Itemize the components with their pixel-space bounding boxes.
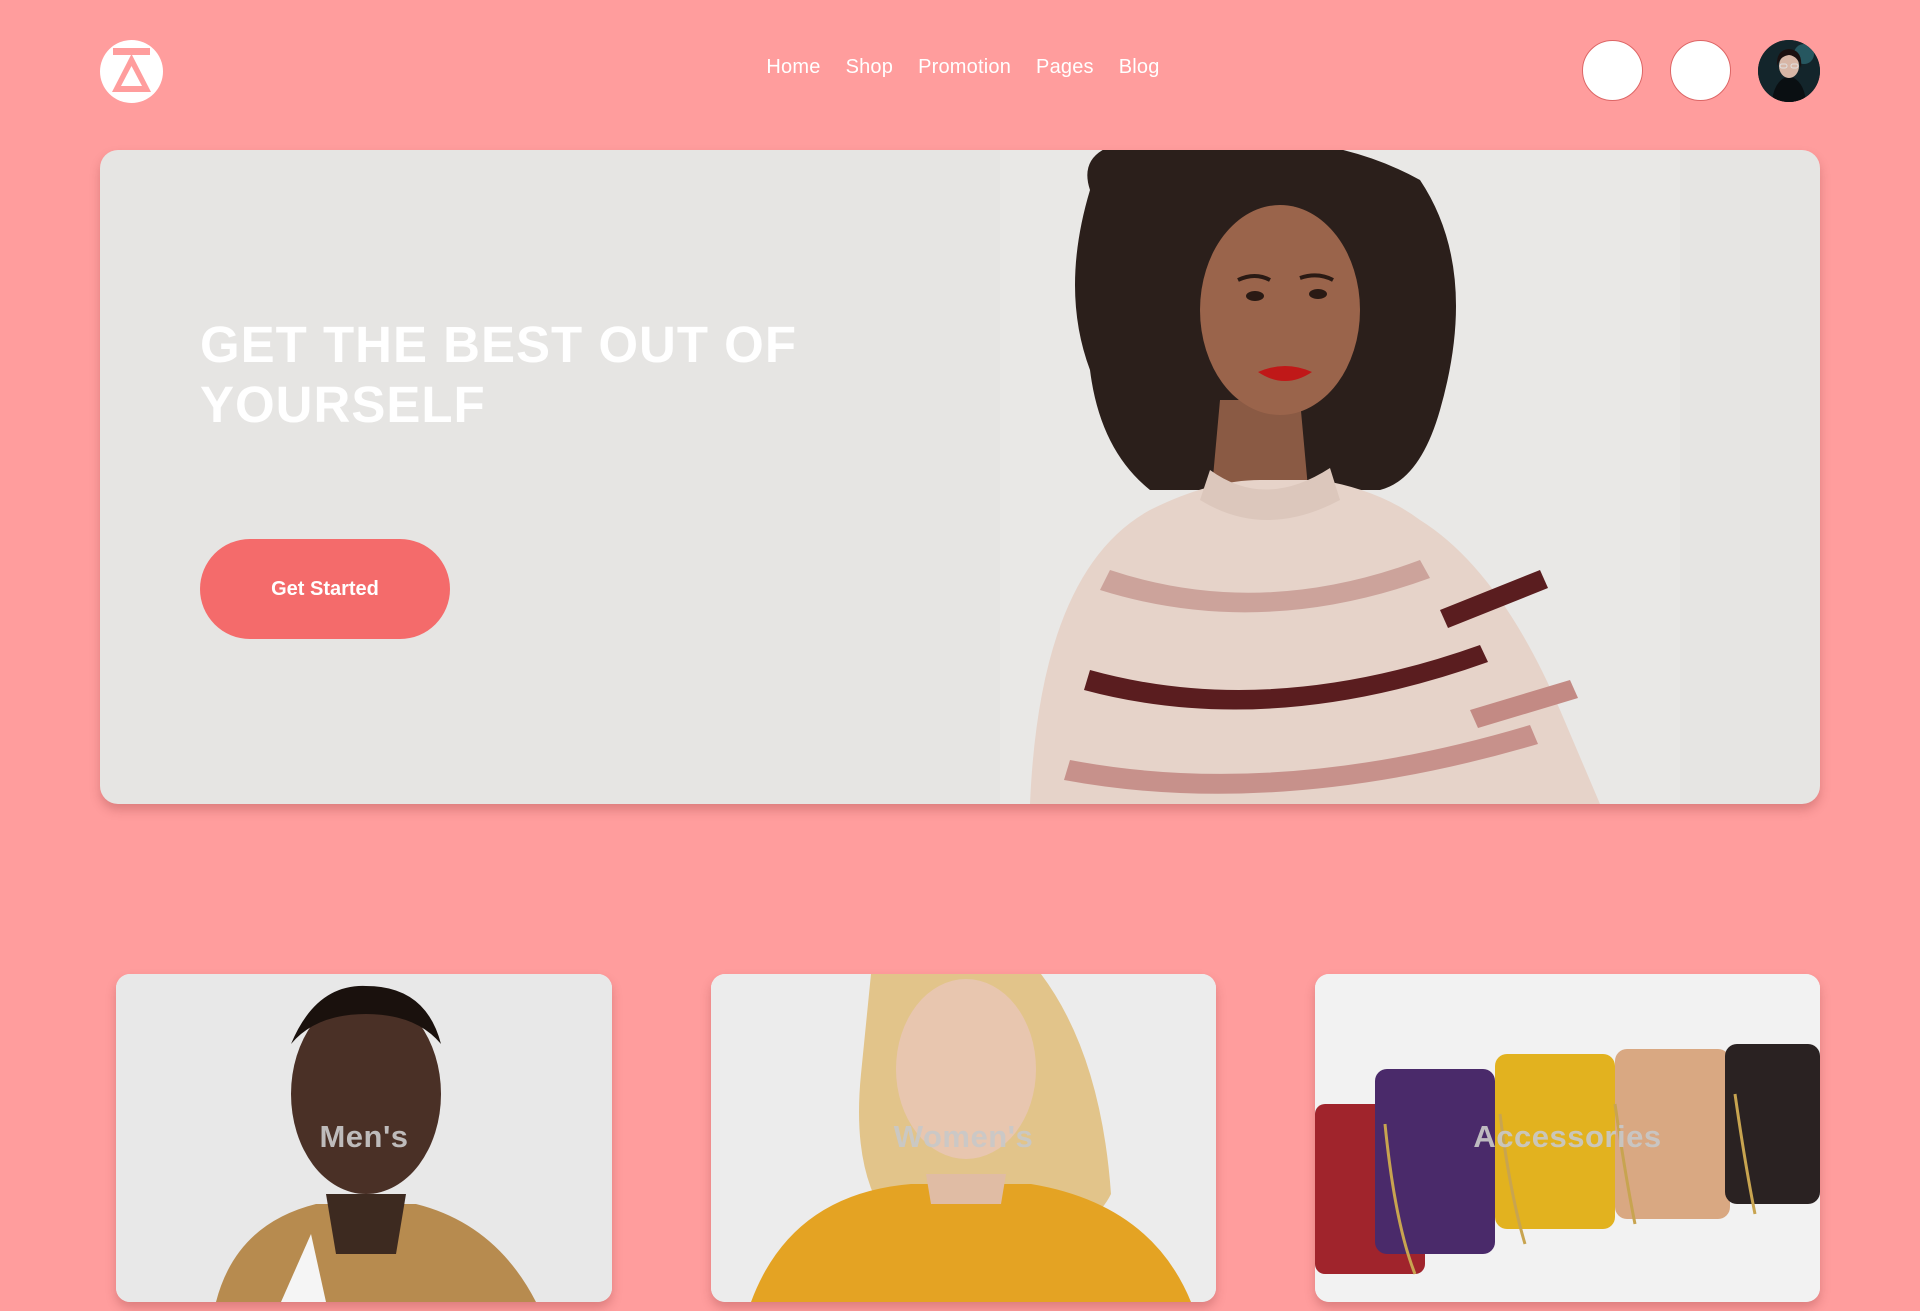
nav-item-blog[interactable]: Blog — [1119, 56, 1160, 79]
category-label-mens: Men's — [319, 1119, 409, 1154]
nav-item-home[interactable]: Home — [766, 56, 820, 79]
hero-banner: GET THE BEST OUT OF YOURSELF Get Started — [100, 150, 1820, 804]
nav-item-pages[interactable]: Pages — [1036, 56, 1094, 79]
category-label-accessories: Accessories — [1473, 1119, 1662, 1154]
nav-item-shop[interactable]: Shop — [846, 56, 894, 79]
hero-title: GET THE BEST OUT OF YOURSELF — [200, 316, 798, 433]
category-card-mens[interactable]: Men's — [116, 974, 612, 1302]
hero-model-image — [1000, 150, 1680, 804]
category-card-womens[interactable]: Women's — [711, 974, 1216, 1302]
get-started-button[interactable]: Get Started — [200, 539, 450, 639]
search-button[interactable] — [1582, 40, 1643, 101]
nav-item-promotion[interactable]: Promotion — [918, 56, 1011, 79]
avatar[interactable] — [1758, 40, 1820, 102]
category-card-accessories[interactable]: Accessories — [1315, 974, 1820, 1302]
cart-button[interactable] — [1670, 40, 1731, 101]
category-label-womens: Women's — [893, 1119, 1034, 1154]
